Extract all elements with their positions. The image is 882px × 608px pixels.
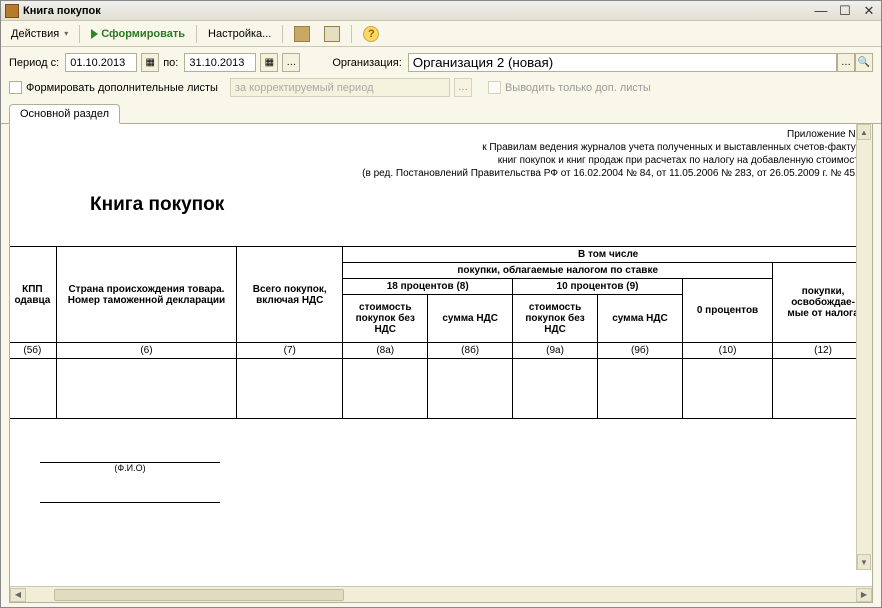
report-meta-2: к Правилам ведения журналов учета получе… bbox=[18, 141, 864, 154]
corrected-period-field: за корректируемый период bbox=[230, 78, 450, 97]
only-extra-label: Выводить только доп. листы bbox=[505, 82, 651, 94]
signature-line bbox=[40, 449, 220, 463]
signature-label: (Ф.И.О) bbox=[40, 463, 220, 473]
period-from-input[interactable] bbox=[65, 53, 137, 72]
extra-sheets-label: Формировать дополнительные листы bbox=[26, 82, 218, 94]
col-9b-h: сумма НДС bbox=[598, 295, 683, 343]
help-icon: ? bbox=[363, 26, 379, 42]
minimize-button[interactable]: — bbox=[813, 3, 829, 19]
report-title: Книга покупок bbox=[10, 182, 872, 246]
folder-icon bbox=[324, 26, 340, 42]
report-area: Приложение N 2 к Правилам ведения журнал… bbox=[9, 124, 873, 603]
data-cell bbox=[343, 359, 428, 419]
signature-line-2 bbox=[40, 489, 220, 503]
col-including: В том числе bbox=[343, 247, 872, 263]
data-cell bbox=[598, 359, 683, 419]
close-button[interactable]: ✕ bbox=[861, 3, 877, 19]
period-from-label: Период с: bbox=[9, 57, 61, 69]
scroll-right-button[interactable]: ▶ bbox=[856, 588, 872, 602]
vscroll-track[interactable] bbox=[857, 140, 872, 554]
window-title: Книга покупок bbox=[23, 5, 813, 17]
org-label: Организация: bbox=[332, 57, 403, 69]
num-8a: (8а) bbox=[343, 343, 428, 359]
col-total: Всего покупок, включая НДС bbox=[237, 247, 343, 343]
tab-bar: Основной раздел bbox=[1, 103, 881, 124]
data-cell bbox=[428, 359, 513, 419]
doc-icon bbox=[294, 26, 310, 42]
num-10: (10) bbox=[682, 343, 772, 359]
maximize-button[interactable]: ☐ bbox=[837, 3, 853, 19]
col-18: 18 процентов (8) bbox=[343, 279, 513, 295]
window-titlebar: Книга покупок — ☐ ✕ bbox=[1, 1, 881, 21]
settings-label: Настройка... bbox=[208, 28, 271, 40]
tool-icon-2[interactable] bbox=[318, 24, 346, 44]
main-toolbar: Действия Сформировать Настройка... ? bbox=[1, 21, 881, 47]
actions-menu[interactable]: Действия bbox=[5, 26, 74, 42]
data-cell bbox=[237, 359, 343, 419]
col-taxable: покупки, облагаемые налогом по ставке bbox=[343, 263, 773, 279]
period-to-calendar[interactable]: ▦ bbox=[260, 53, 278, 72]
col-8a-h: стоимость покупок без НДС bbox=[343, 295, 428, 343]
signature-block: (Ф.И.О) bbox=[40, 449, 872, 503]
data-cell bbox=[682, 359, 772, 419]
toolbar-separator bbox=[282, 25, 283, 43]
toolbar-separator bbox=[196, 25, 197, 43]
scroll-down-button[interactable]: ▼ bbox=[857, 554, 871, 570]
scroll-up-button[interactable]: ▲ bbox=[857, 124, 871, 140]
purchase-table: КПП одавца Страна происхождения товара. … bbox=[10, 246, 872, 419]
period-to-input[interactable] bbox=[184, 53, 256, 72]
data-cell bbox=[513, 359, 598, 419]
period-to-label: по: bbox=[163, 57, 180, 69]
help-button[interactable]: ? bbox=[357, 24, 385, 44]
num-9b: (9б) bbox=[598, 343, 683, 359]
period-from-calendar[interactable]: ▦ bbox=[141, 53, 159, 72]
col-10: 10 процентов (9) bbox=[513, 279, 683, 295]
num-6: (6) bbox=[56, 343, 236, 359]
num-7: (7) bbox=[237, 343, 343, 359]
generate-button[interactable]: Сформировать bbox=[85, 26, 191, 42]
tab-main-label: Основной раздел bbox=[20, 108, 109, 120]
vertical-scrollbar[interactable]: ▲ ▼ bbox=[856, 124, 872, 570]
col-0: 0 процентов bbox=[682, 279, 772, 343]
settings-button[interactable]: Настройка... bbox=[202, 26, 277, 42]
corrected-period-button: … bbox=[454, 78, 472, 97]
num-5b: (5б) bbox=[10, 343, 56, 359]
hscroll-thumb[interactable] bbox=[54, 589, 344, 601]
hscroll-track[interactable] bbox=[26, 588, 856, 602]
data-cell bbox=[10, 359, 56, 419]
generate-label: Сформировать bbox=[101, 28, 185, 40]
data-cell bbox=[56, 359, 236, 419]
report-meta-1: Приложение N 2 bbox=[18, 128, 864, 141]
report-meta-3: книг покупок и книг продаж при расчетах … bbox=[18, 154, 864, 167]
app-icon bbox=[5, 4, 19, 18]
report-meta: Приложение N 2 к Правилам ведения журнал… bbox=[10, 124, 872, 182]
only-extra-checkbox bbox=[488, 81, 501, 94]
corrected-period-placeholder: за корректируемый период bbox=[235, 82, 374, 94]
col-9a-h: стоимость покупок без НДС bbox=[513, 295, 598, 343]
col-8b-h: сумма НДС bbox=[428, 295, 513, 343]
actions-label: Действия bbox=[11, 28, 59, 40]
extra-sheets-checkbox[interactable] bbox=[9, 81, 22, 94]
col-country: Страна происхождения товара. Номер тамож… bbox=[56, 247, 236, 343]
report-meta-4: (в ред. Постановлений Правительства РФ о… bbox=[18, 167, 864, 180]
col-kpp: КПП одавца bbox=[10, 247, 56, 343]
play-icon bbox=[91, 29, 98, 39]
org-input[interactable] bbox=[408, 53, 837, 72]
scroll-left-button[interactable]: ◀ bbox=[10, 588, 26, 602]
toolbar-separator bbox=[351, 25, 352, 43]
org-search-button[interactable]: 🔍 bbox=[855, 53, 873, 72]
period-select-button[interactable]: … bbox=[282, 53, 300, 72]
org-select-button[interactable]: … bbox=[837, 53, 855, 72]
tool-icon-1[interactable] bbox=[288, 24, 316, 44]
num-9a: (9а) bbox=[513, 343, 598, 359]
toolbar-separator bbox=[79, 25, 80, 43]
num-8b: (8б) bbox=[428, 343, 513, 359]
tab-main-section[interactable]: Основной раздел bbox=[9, 104, 120, 124]
horizontal-scrollbar[interactable]: ◀ ▶ bbox=[10, 586, 872, 602]
